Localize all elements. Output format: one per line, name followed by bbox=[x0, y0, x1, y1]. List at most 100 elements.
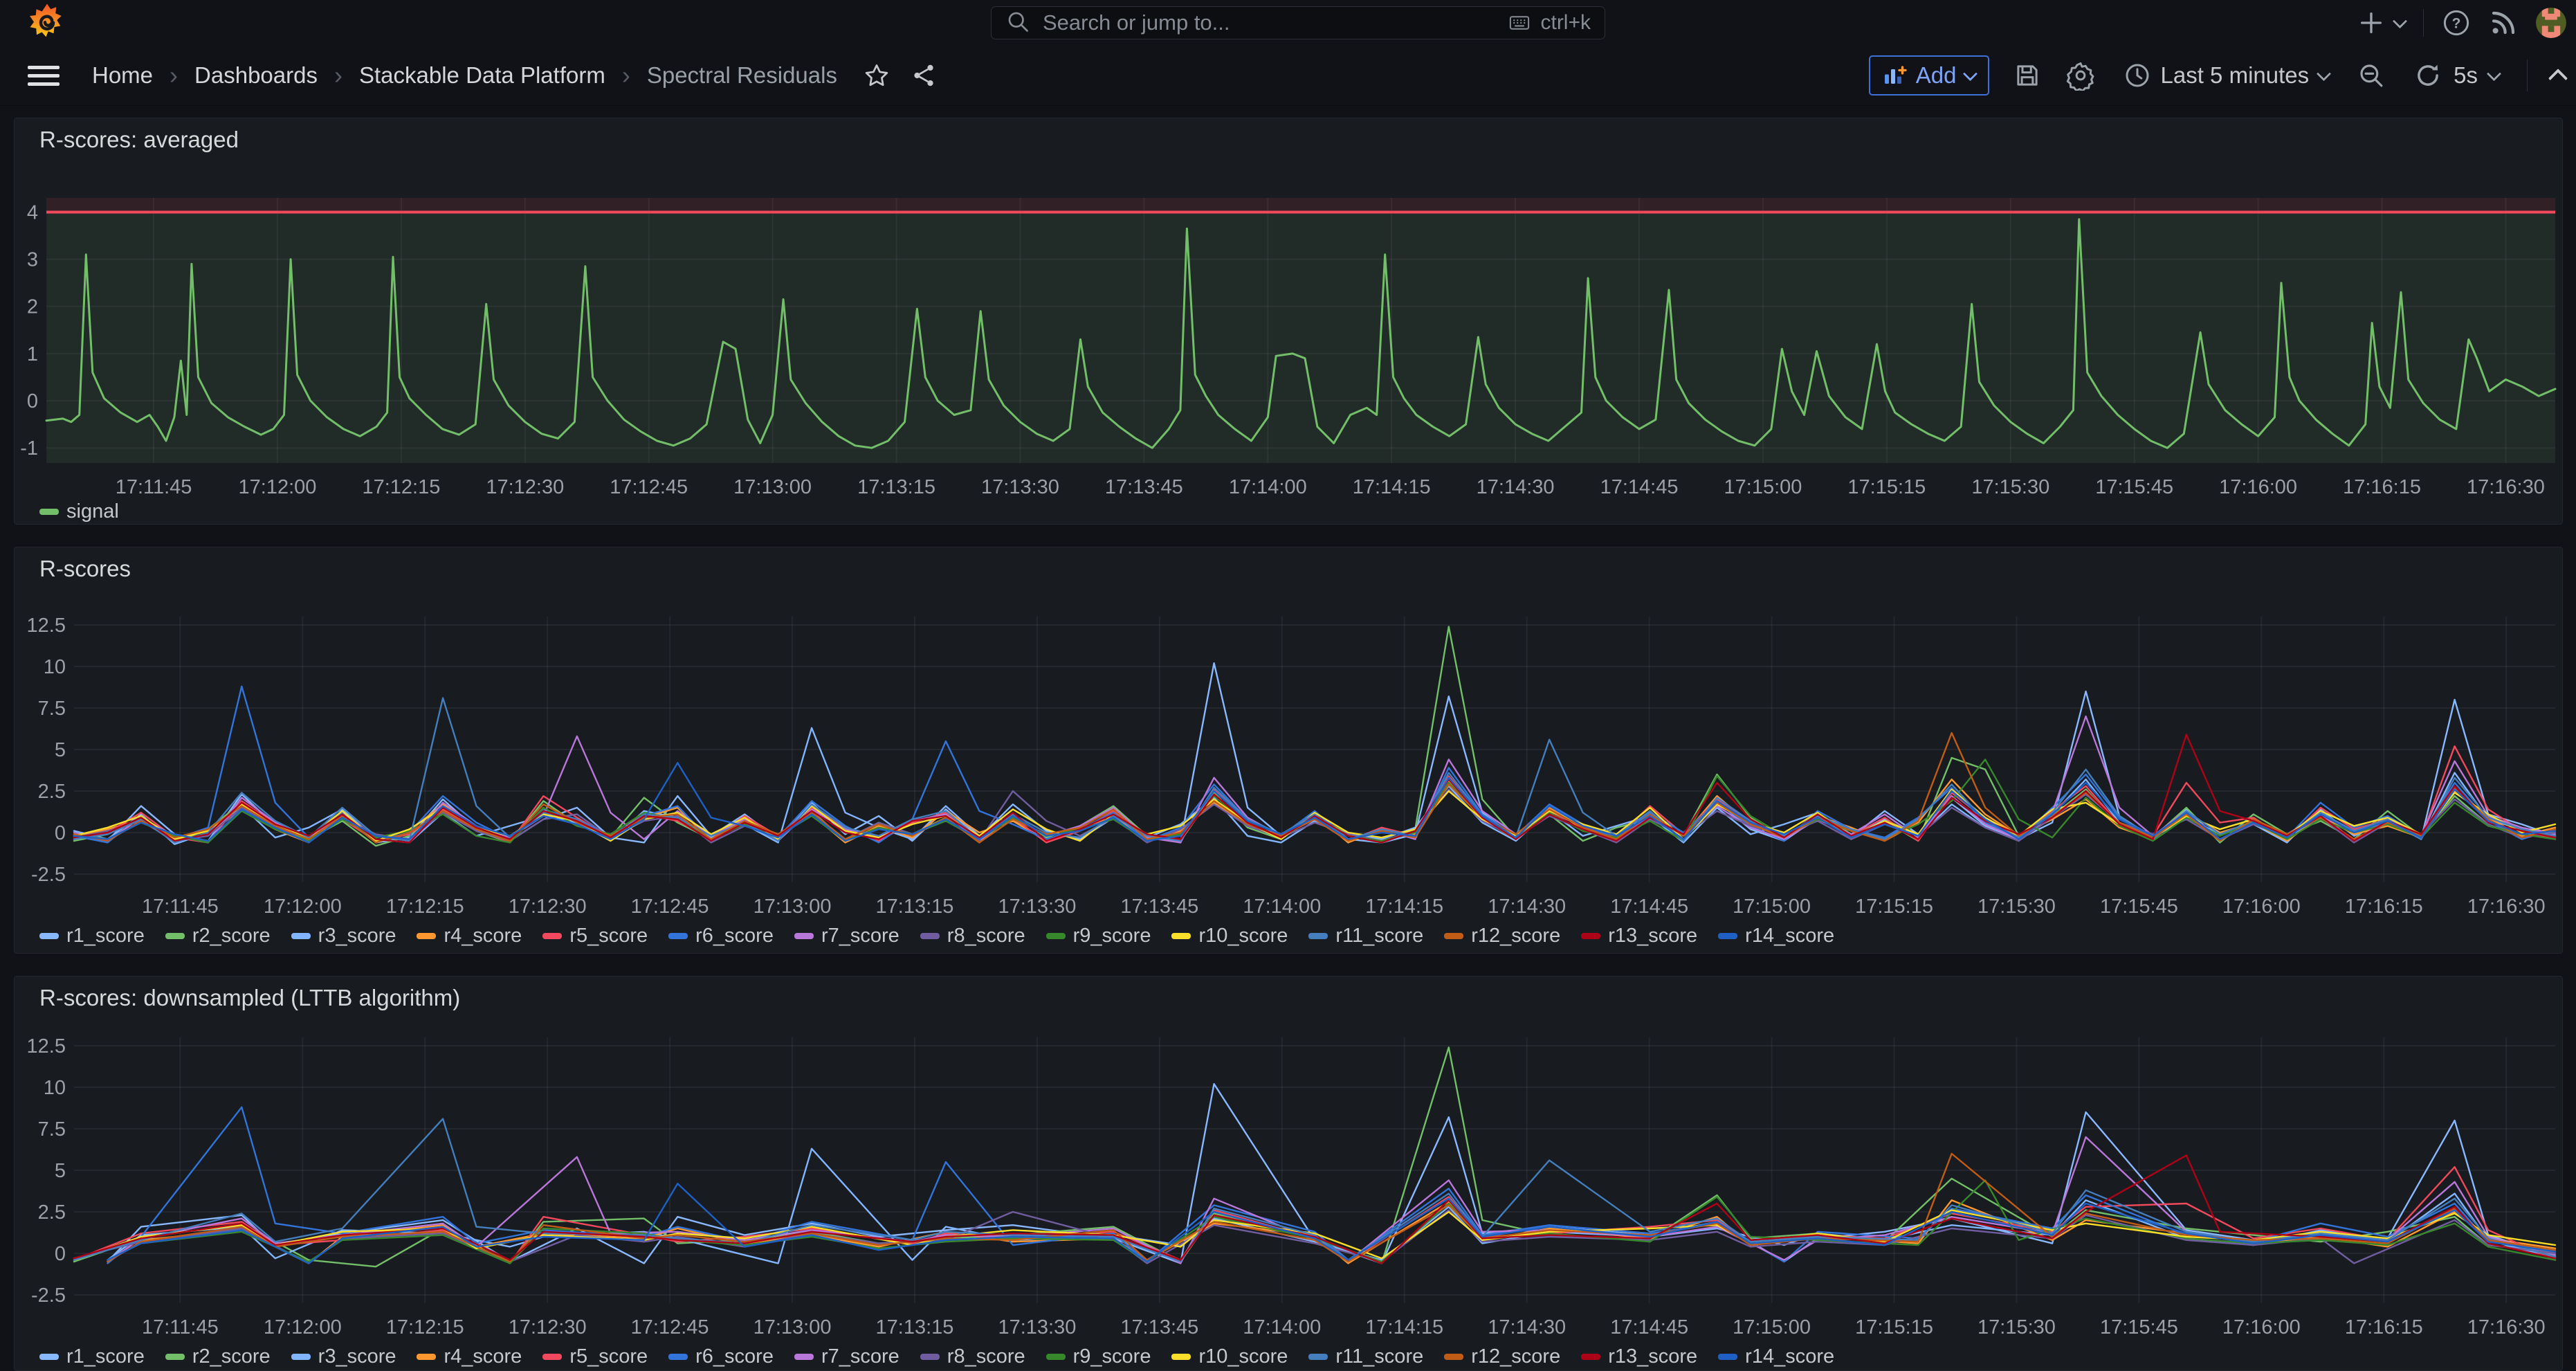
user-avatar[interactable] bbox=[2536, 8, 2566, 38]
legend-item-r1_score[interactable]: r1_score bbox=[39, 1345, 145, 1368]
legend-item-r2_score[interactable]: r2_score bbox=[165, 925, 271, 947]
y-tick-label: 5 bbox=[55, 739, 66, 761]
y-tick-label: 0 bbox=[55, 1243, 66, 1265]
breadcrumb-folder[interactable]: Stackable Data Platform bbox=[359, 62, 605, 89]
favorite-button[interactable] bbox=[864, 62, 890, 89]
legend-item-r2_score[interactable]: r2_score bbox=[165, 1345, 271, 1368]
legend-item-r7_score[interactable]: r7_score bbox=[794, 1345, 899, 1368]
add-panel-button[interactable]: Add bbox=[1869, 55, 1989, 96]
legend-item-r9_score[interactable]: r9_score bbox=[1046, 925, 1151, 947]
save-dashboard-button[interactable] bbox=[2013, 61, 2042, 90]
legend-color-dash bbox=[794, 1354, 814, 1360]
legend-item-r5_score[interactable]: r5_score bbox=[542, 925, 648, 947]
legend-item-r12_score[interactable]: r12_score bbox=[1444, 925, 1560, 947]
legend-label: r6_score bbox=[695, 925, 774, 947]
refresh-picker[interactable]: 5s bbox=[2409, 60, 2503, 91]
breadcrumb-separator: › bbox=[334, 61, 342, 90]
legend-item-r8_score[interactable]: r8_score bbox=[920, 925, 1025, 947]
menu-toggle[interactable] bbox=[28, 66, 60, 87]
dashboard-controls: Add Last 5 minutes bbox=[1869, 46, 2576, 105]
legend-item-r11_score[interactable]: r11_score bbox=[1308, 925, 1423, 947]
legend-item-signal[interactable]: signal bbox=[39, 500, 119, 523]
x-tick-label: 17:11:45 bbox=[142, 896, 219, 918]
legend-item-r10_score[interactable]: r10_score bbox=[1171, 925, 1288, 947]
chart-legend: signal bbox=[39, 500, 119, 523]
x-tick-label: 17:14:45 bbox=[1610, 896, 1688, 918]
y-tick-label: 2.5 bbox=[38, 1201, 66, 1224]
legend-item-r11_score[interactable]: r11_score bbox=[1308, 1345, 1423, 1368]
legend-color-dash bbox=[1171, 1354, 1191, 1360]
clock-icon bbox=[2123, 62, 2151, 89]
legend-item-r12_score[interactable]: r12_score bbox=[1444, 1345, 1560, 1368]
legend-item-r5_score[interactable]: r5_score bbox=[542, 1345, 648, 1368]
legend-label: r7_score bbox=[821, 925, 899, 947]
gear-icon bbox=[2065, 60, 2096, 91]
legend-item-r14_score[interactable]: r14_score bbox=[1718, 925, 1834, 947]
legend-color-dash bbox=[1046, 933, 1066, 939]
search-input[interactable] bbox=[1041, 10, 1506, 36]
rss-icon bbox=[2489, 8, 2518, 37]
legend-label: r4_score bbox=[444, 1345, 522, 1368]
time-series-plot[interactable]: 12.5107.552.50-2.517:11:4517:12:0017:12:… bbox=[15, 977, 2563, 1371]
legend-item-r9_score[interactable]: r9_score bbox=[1046, 1345, 1151, 1368]
time-range-picker[interactable]: Last 5 minutes bbox=[2119, 61, 2334, 90]
legend-item-r13_score[interactable]: r13_score bbox=[1581, 1345, 1697, 1368]
grafana-logo-icon[interactable] bbox=[26, 2, 68, 44]
breadcrumb-home[interactable]: Home bbox=[92, 62, 153, 89]
legend-label: r6_score bbox=[695, 1345, 774, 1368]
x-tick-label: 17:12:30 bbox=[509, 1316, 587, 1338]
series-line-r5_score bbox=[74, 746, 2555, 842]
breadcrumb-dashboards[interactable]: Dashboards bbox=[194, 62, 318, 89]
legend-item-r3_score[interactable]: r3_score bbox=[291, 925, 396, 947]
x-tick-label: 17:14:15 bbox=[1353, 476, 1431, 498]
top-nav-bar: ctrl+k ? bbox=[0, 0, 2576, 46]
legend-item-r7_score[interactable]: r7_score bbox=[794, 925, 899, 947]
x-tick-label: 17:12:00 bbox=[239, 476, 317, 498]
dashboard-settings-button[interactable] bbox=[2065, 60, 2096, 91]
legend-item-r8_score[interactable]: r8_score bbox=[920, 1345, 1025, 1368]
legend-item-r14_score[interactable]: r14_score bbox=[1718, 1345, 1834, 1368]
legend-item-r13_score[interactable]: r13_score bbox=[1581, 925, 1697, 947]
x-tick-label: 17:14:00 bbox=[1243, 896, 1321, 918]
series-line-r5_score bbox=[74, 1167, 2555, 1263]
legend-label: r8_score bbox=[947, 925, 1025, 947]
new-button[interactable] bbox=[2357, 9, 2405, 37]
time-series-plot[interactable]: 43210-117:11:4517:12:0017:12:1517:12:301… bbox=[15, 118, 2563, 525]
x-tick-label: 17:13:00 bbox=[753, 1316, 832, 1338]
legend-color-dash bbox=[920, 933, 940, 939]
legend-item-r3_score[interactable]: r3_score bbox=[291, 1345, 396, 1368]
y-tick-label: 2 bbox=[27, 296, 38, 318]
y-tick-label: 5 bbox=[55, 1160, 66, 1182]
news-button[interactable] bbox=[2489, 8, 2518, 37]
legend-label: r3_score bbox=[318, 925, 396, 947]
x-tick-label: 17:14:45 bbox=[1610, 1316, 1688, 1338]
legend-item-r4_score[interactable]: r4_score bbox=[417, 925, 522, 947]
help-button[interactable]: ? bbox=[2442, 8, 2471, 37]
x-tick-label: 17:13:15 bbox=[876, 1316, 954, 1338]
x-tick-label: 17:16:30 bbox=[2467, 1316, 2546, 1338]
y-tick-label: 0 bbox=[27, 390, 38, 412]
collapse-topbar-button[interactable] bbox=[2551, 69, 2565, 82]
legend-item-r10_score[interactable]: r10_score bbox=[1171, 1345, 1288, 1368]
zoom-out-button[interactable] bbox=[2357, 61, 2386, 90]
legend-color-dash bbox=[39, 1354, 59, 1360]
legend-item-r4_score[interactable]: r4_score bbox=[417, 1345, 522, 1368]
legend-color-dash bbox=[1171, 933, 1191, 939]
legend-color-dash bbox=[1581, 933, 1600, 939]
y-tick-label: -1 bbox=[20, 437, 38, 460]
share-button[interactable] bbox=[911, 62, 937, 89]
x-tick-label: 17:12:15 bbox=[362, 476, 440, 498]
x-tick-label: 17:12:30 bbox=[486, 476, 564, 498]
add-panel-icon bbox=[1883, 63, 1908, 88]
x-tick-label: 17:16:00 bbox=[2222, 896, 2301, 918]
global-search: ctrl+k bbox=[991, 6, 1605, 39]
legend-item-r6_score[interactable]: r6_score bbox=[668, 1345, 774, 1368]
grafana-dashboard: ctrl+k ? bbox=[0, 0, 2576, 1371]
legend-color-dash bbox=[39, 509, 59, 515]
legend-item-r6_score[interactable]: r6_score bbox=[668, 925, 774, 947]
x-tick-label: 17:13:30 bbox=[981, 476, 1059, 498]
legend-item-r1_score[interactable]: r1_score bbox=[39, 925, 145, 947]
legend-label: r9_score bbox=[1073, 1345, 1151, 1368]
legend-color-dash bbox=[920, 1354, 940, 1360]
time-series-plot[interactable]: 12.5107.552.50-2.517:11:4517:12:0017:12:… bbox=[15, 547, 2563, 954]
